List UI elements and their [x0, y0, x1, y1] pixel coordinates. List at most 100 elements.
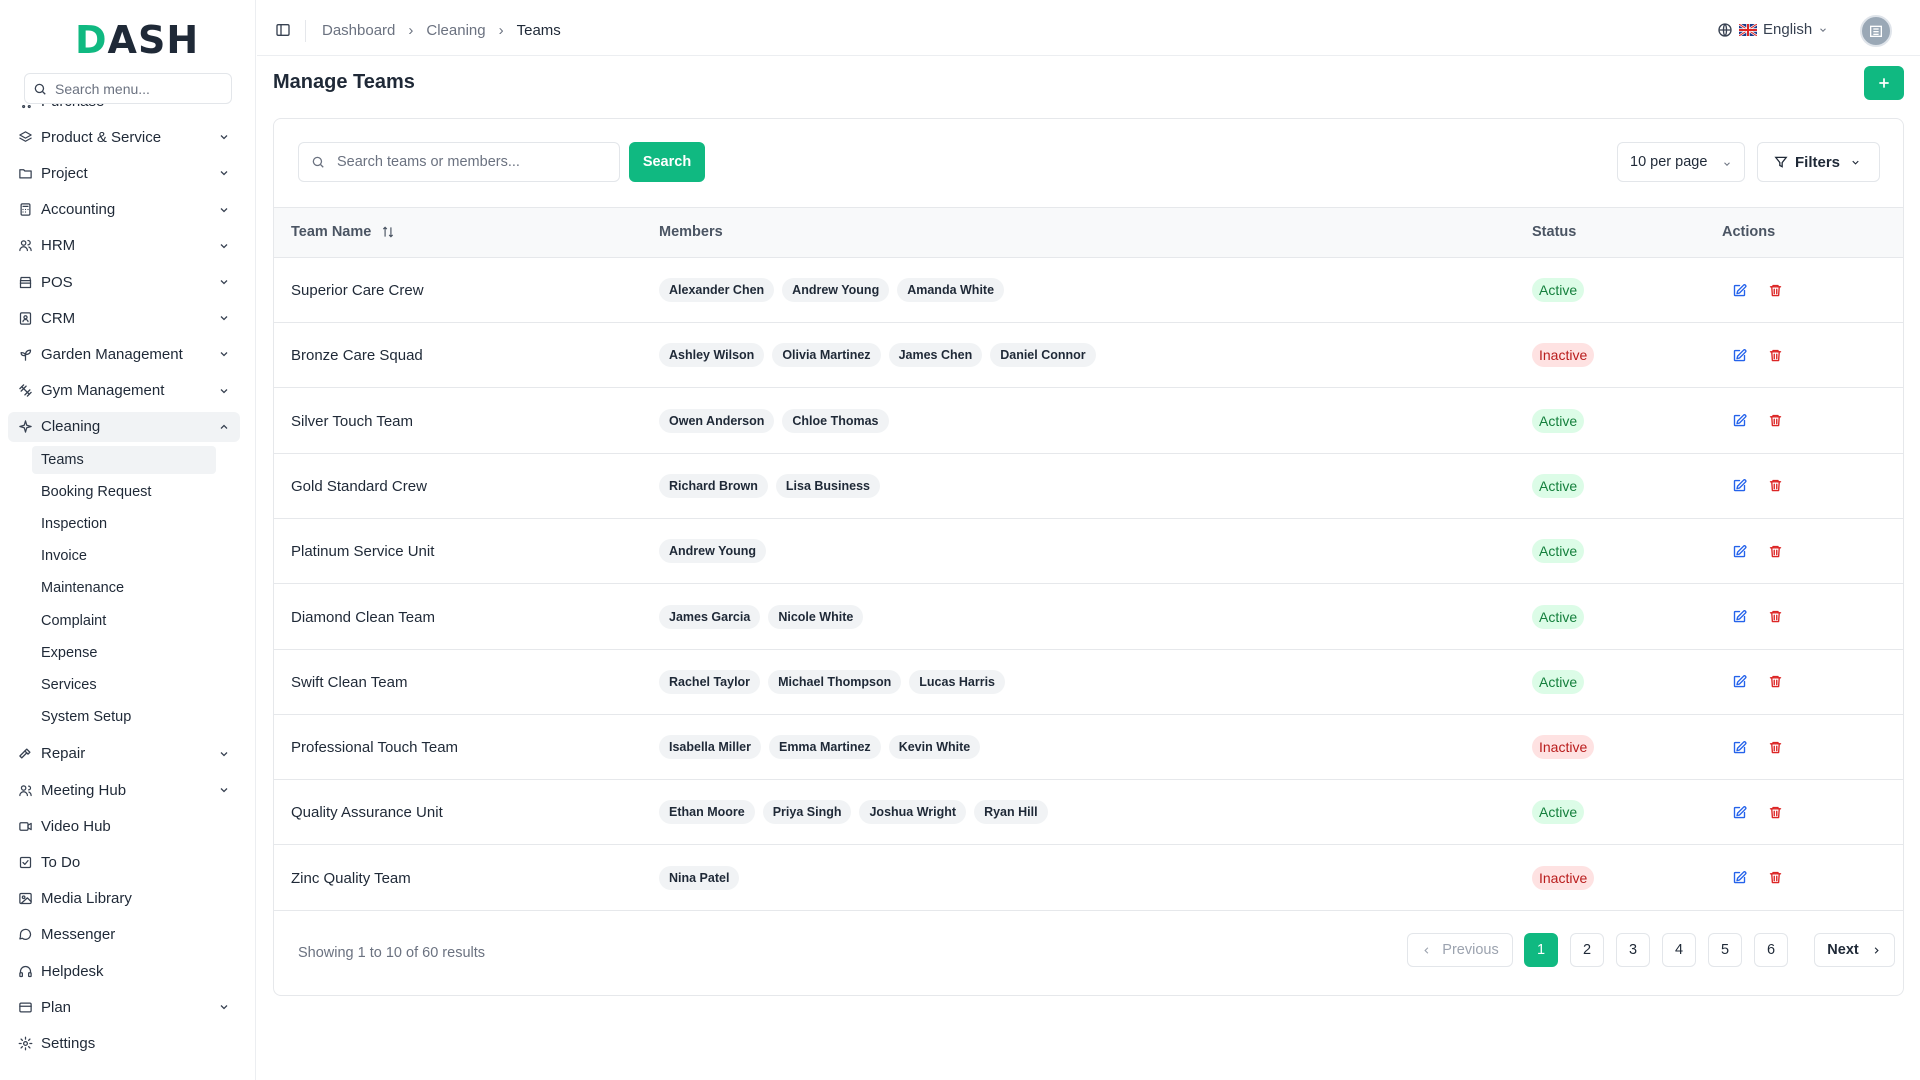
- delete-button[interactable]: [1765, 345, 1785, 365]
- delete-button[interactable]: [1765, 411, 1785, 431]
- sparkle-icon: [17, 419, 33, 435]
- team-name: Zinc Quality Team: [291, 869, 411, 887]
- app-logo[interactable]: DASH: [75, 18, 199, 62]
- edit-button[interactable]: [1729, 868, 1749, 888]
- sidebar-item-video-hub[interactable]: Video Hub: [8, 811, 240, 841]
- delete-button[interactable]: [1765, 672, 1785, 692]
- delete-button[interactable]: [1765, 607, 1785, 627]
- members-list: Andrew Young: [659, 539, 774, 564]
- sidebar-subitem-invoice[interactable]: Invoice: [32, 542, 216, 570]
- sidebar-item-pos[interactable]: POS: [8, 267, 240, 297]
- members-list: Owen Anderson Chloe Thomas: [659, 408, 897, 433]
- sidebar-item-helpdesk[interactable]: Helpdesk: [8, 956, 240, 986]
- sidebar-item-label: Settings: [41, 1035, 96, 1052]
- sidebar-subitem-complaint[interactable]: Complaint: [32, 607, 216, 635]
- sidebar-subitem-services[interactable]: Services: [32, 671, 216, 699]
- row-actions: [1729, 411, 1801, 431]
- breadcrumb-cleaning[interactable]: Cleaning: [426, 22, 485, 39]
- sidebar-subitem-inspection[interactable]: Inspection: [32, 510, 216, 538]
- building-icon: [1870, 25, 1882, 37]
- member-chip: Richard Brown: [659, 473, 768, 498]
- members-list: James Garcia Nicole White: [659, 604, 871, 629]
- sidebar-subitem-expense[interactable]: Expense: [32, 639, 216, 667]
- sidebar-item-cleaning[interactable]: Cleaning: [8, 411, 240, 442]
- contact-icon: [19, 311, 31, 325]
- sidebar-item-media-library[interactable]: Media Library: [8, 884, 240, 914]
- trash-icon: [1769, 872, 1781, 884]
- delete-button[interactable]: [1765, 802, 1785, 822]
- page-button-3[interactable]: 3: [1616, 933, 1650, 967]
- edit-button[interactable]: [1729, 411, 1749, 431]
- sidebar-item-plan[interactable]: Plan: [8, 992, 240, 1022]
- search-button[interactable]: Search: [629, 142, 705, 182]
- breadcrumb-dashboard[interactable]: Dashboard: [322, 22, 395, 39]
- sidebar-subitem-maintenance[interactable]: Maintenance: [32, 574, 216, 602]
- delete-button[interactable]: [1765, 476, 1785, 496]
- sidebar-subitem-system-setup[interactable]: System Setup: [32, 703, 216, 731]
- sidebar-item-to-do[interactable]: To Do: [8, 848, 240, 878]
- sidebar-item-hrm[interactable]: HRM: [8, 231, 240, 261]
- delete-button[interactable]: [1765, 280, 1785, 300]
- add-team-button[interactable]: [1864, 66, 1904, 100]
- sidebar-item-accounting[interactable]: Accounting: [8, 195, 240, 225]
- sidebar-item-messenger[interactable]: Messenger: [8, 920, 240, 950]
- sidebar-item-chevron: [218, 130, 230, 147]
- page-button-4[interactable]: 4: [1662, 933, 1696, 967]
- filters-button[interactable]: Filters: [1757, 142, 1880, 182]
- sidebar-item-product-and-service[interactable]: Product & Service: [8, 122, 240, 152]
- edit-button[interactable]: [1729, 802, 1749, 822]
- sidebar-item-purchase[interactable]: Purchase: [8, 104, 240, 116]
- next-page-button[interactable]: Next: [1814, 933, 1895, 967]
- member-chip: Alexander Chen: [659, 278, 775, 302]
- edit-button[interactable]: [1729, 607, 1749, 627]
- delete-button[interactable]: [1765, 541, 1785, 561]
- sidebar-subitem-booking-request[interactable]: Booking Request: [32, 478, 216, 506]
- sidebar-item-chevron: [218, 203, 230, 220]
- sidebar-item-repair[interactable]: Repair: [8, 739, 240, 769]
- sidebar-search-input[interactable]: Search menu...: [24, 73, 232, 104]
- page-button-1[interactable]: 1: [1524, 933, 1558, 967]
- delete-button[interactable]: [1765, 737, 1785, 757]
- page-button-6[interactable]: 6: [1754, 933, 1788, 967]
- previous-page-button[interactable]: Previous: [1407, 933, 1513, 967]
- sidebar-item-chevron: [218, 239, 230, 256]
- headset-icon: [17, 963, 33, 979]
- sidebar-item-gym-management[interactable]: Gym Management: [8, 376, 240, 406]
- gear-icon: [17, 1036, 33, 1052]
- team-search-input[interactable]: Search teams or members...: [298, 142, 620, 182]
- trash-icon: [1769, 545, 1781, 557]
- chevron-down-icon: [220, 207, 228, 212]
- row-actions: [1729, 868, 1801, 888]
- sort-icon[interactable]: [381, 225, 395, 239]
- sidebar-item-chevron: [218, 166, 230, 183]
- page-button-2[interactable]: 2: [1570, 933, 1604, 967]
- sidebar-item-settings[interactable]: Settings: [8, 1029, 240, 1059]
- language-selector[interactable]: English: [1717, 21, 1834, 38]
- folder-icon: [18, 169, 32, 179]
- edit-button[interactable]: [1729, 541, 1749, 561]
- user-avatar[interactable]: [1860, 15, 1892, 47]
- status-badge: Active: [1532, 669, 1585, 694]
- edit-button[interactable]: [1729, 476, 1749, 496]
- sidebar-item-crm[interactable]: CRM: [8, 303, 240, 333]
- edit-icon: [1733, 414, 1746, 427]
- sidebar: DASH Search menu... Purchase Product & Se…: [0, 0, 256, 1080]
- edit-button[interactable]: [1729, 280, 1749, 300]
- sidebar-item-project[interactable]: Project: [8, 158, 240, 188]
- sidebar-item-label: Plan: [41, 998, 72, 1016]
- sidebar-item-garden-management[interactable]: Garden Management: [8, 339, 240, 369]
- sidebar-item-label: Gym Management: [41, 382, 165, 400]
- sidebar-toggle-button[interactable]: [275, 22, 291, 42]
- edit-button[interactable]: [1729, 737, 1749, 757]
- edit-button[interactable]: [1729, 345, 1749, 365]
- sidebar-subitem-teams[interactable]: Teams: [32, 446, 216, 474]
- breadcrumb-teams: Teams: [516, 22, 561, 39]
- per-page-select[interactable]: 10 per page: [1617, 142, 1745, 182]
- edit-button[interactable]: [1729, 672, 1749, 692]
- store-icon: [19, 276, 31, 288]
- delete-button[interactable]: [1765, 868, 1785, 888]
- page-button-5[interactable]: 5: [1708, 933, 1742, 967]
- chevron-right-icon: ›: [408, 22, 414, 39]
- column-team-name[interactable]: Team Name: [291, 224, 395, 240]
- sidebar-item-meeting-hub[interactable]: Meeting Hub: [8, 775, 240, 805]
